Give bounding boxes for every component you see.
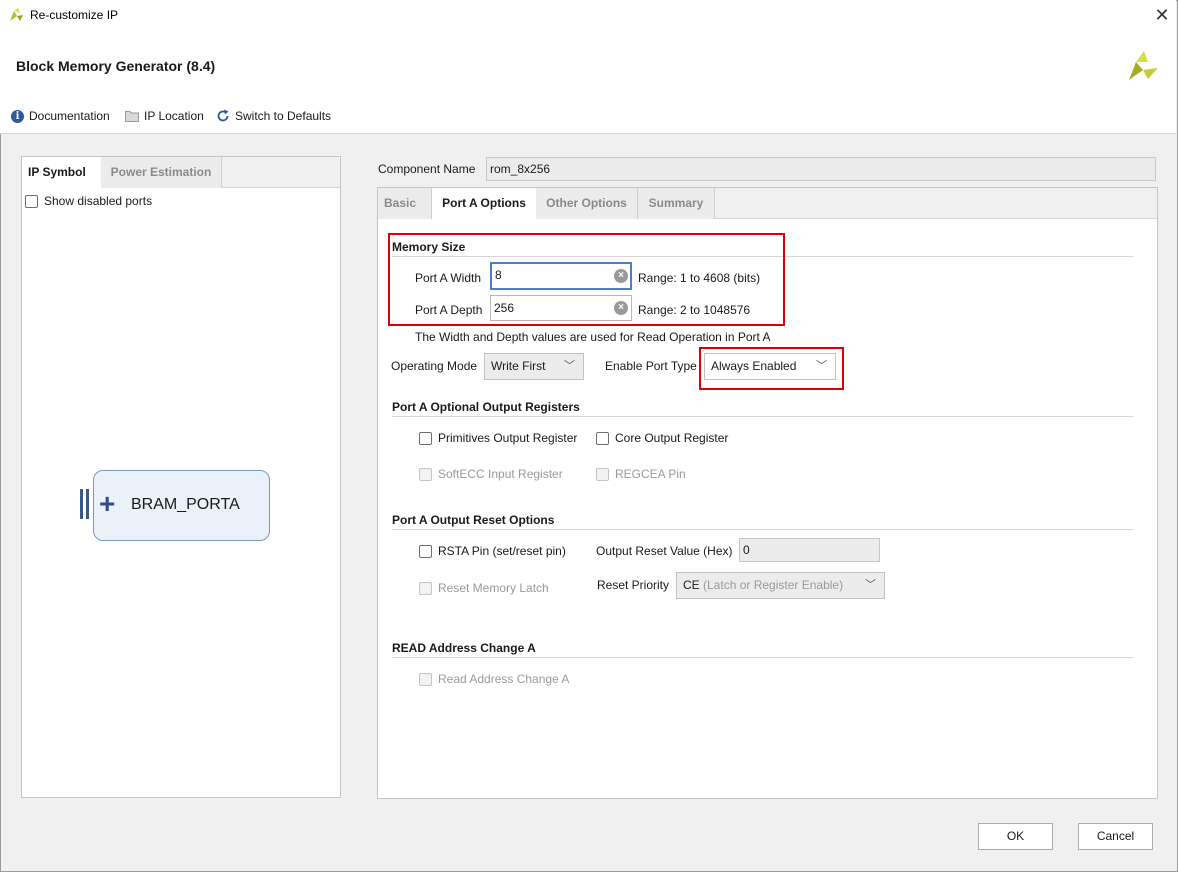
softecc-input-register-label: SoftECC Input Register: [438, 467, 563, 481]
softecc-input-register-checkbox: [419, 467, 432, 481]
reset-priority-desc: (Latch or Register Enable): [703, 578, 844, 592]
rsta-pin-label: RSTA Pin (set/reset pin): [438, 544, 566, 558]
switch-defaults-label: Switch to Defaults: [235, 109, 332, 123]
width-depth-note: The Width and Depth values are used for …: [415, 330, 771, 344]
right-tab-strip: Basic Port A Options Other Options Summa…: [378, 188, 1157, 219]
ip-location-label: IP Location: [144, 109, 204, 123]
rsta-pin-checkbox[interactable]: [419, 544, 432, 558]
primitives-output-register-label: Primitives Output Register: [438, 431, 578, 445]
expand-plus-icon[interactable]: +: [99, 489, 115, 519]
cancel-button[interactable]: Cancel: [1078, 823, 1153, 850]
operating-mode-select[interactable]: Write First ﹀: [484, 353, 584, 380]
app-logo-icon: [10, 8, 23, 21]
window-title: Re-customize IP: [30, 8, 119, 22]
output-reset-title: Port A Output Reset Options: [392, 513, 555, 527]
chevron-down-icon: ﹀: [564, 360, 575, 372]
read-address-change-checkbox: [419, 672, 432, 686]
tab-other-options[interactable]: Other Options: [536, 188, 638, 219]
reset-memory-latch-row: Reset Memory Latch: [419, 581, 549, 595]
output-reset-value-field: 0: [739, 538, 880, 562]
core-output-register-label: Core Output Register: [615, 431, 729, 445]
ip-title: Block Memory Generator (8.4): [16, 58, 216, 74]
enable-port-highlight: [699, 347, 844, 390]
output-reset-value-label: Output Reset Value (Hex): [596, 544, 733, 558]
reset-priority-select: CE (Latch or Register Enable) ﹀: [676, 572, 885, 599]
port-bar-left: [80, 489, 83, 519]
operating-mode-label: Operating Mode: [391, 359, 478, 373]
reset-memory-latch-label: Reset Memory Latch: [438, 581, 549, 595]
tab-basic[interactable]: Basic: [378, 188, 432, 219]
reset-priority-label: Reset Priority: [597, 578, 670, 592]
ok-button[interactable]: OK: [978, 823, 1053, 850]
title-bar: [0, 0, 1176, 31]
regcea-pin-label: REGCEA Pin: [615, 467, 686, 481]
close-button[interactable]: ✕: [1150, 4, 1174, 26]
xilinx-logo-icon: [1129, 51, 1158, 80]
rsta-pin-row[interactable]: RSTA Pin (set/reset pin): [419, 544, 566, 558]
refresh-icon: [217, 109, 229, 122]
tab-summary[interactable]: Summary: [638, 188, 715, 219]
core-output-register-checkbox[interactable]: [596, 431, 609, 445]
read-address-rule: [392, 657, 1133, 658]
optional-output-registers-title: Port A Optional Output Registers: [392, 400, 580, 414]
show-disabled-ports-checkbox[interactable]: [25, 194, 38, 208]
read-address-change-row: Read Address Change A: [419, 672, 569, 686]
tab-ip-symbol[interactable]: IP Symbol: [22, 157, 101, 188]
port-bar-right: [86, 489, 89, 519]
reset-memory-latch-checkbox: [419, 581, 432, 595]
regcea-pin-checkbox: [596, 467, 609, 481]
switch-to-defaults-link[interactable]: Switch to Defaults: [216, 109, 331, 123]
folder-icon: [125, 111, 139, 122]
component-name-label: Component Name: [378, 162, 476, 176]
read-address-change-label: Read Address Change A: [438, 672, 570, 686]
output-reset-rule: [392, 529, 1133, 530]
primitives-output-register-row[interactable]: Primitives Output Register: [419, 431, 577, 445]
tab-power-estimation[interactable]: Power Estimation: [101, 157, 222, 188]
chevron-down-icon: ﹀: [865, 579, 876, 591]
ip-location-link[interactable]: IP Location: [125, 109, 204, 123]
optional-output-rule: [392, 416, 1133, 417]
softecc-input-register-row: SoftECC Input Register: [419, 467, 563, 481]
documentation-label: Documentation: [29, 109, 110, 123]
component-name-field[interactable]: rom_8x256: [486, 157, 1156, 181]
bram-porta-label: BRAM_PORTA: [131, 496, 240, 513]
tab-port-a-options[interactable]: Port A Options: [432, 188, 536, 219]
memory-size-highlight: [388, 233, 785, 326]
operating-mode-value: Write First: [491, 359, 546, 373]
read-address-change-title: READ Address Change A: [392, 641, 536, 655]
regcea-pin-row: REGCEA Pin: [596, 467, 686, 481]
documentation-link[interactable]: i Documentation: [11, 109, 110, 123]
info-icon: i: [11, 109, 24, 123]
left-tab-strip: IP Symbol Power Estimation: [22, 157, 340, 188]
core-output-register-row[interactable]: Core Output Register: [596, 431, 728, 445]
show-disabled-ports-row[interactable]: Show disabled ports: [25, 194, 152, 208]
show-disabled-ports-label: Show disabled ports: [44, 194, 153, 208]
reset-priority-code: CE: [683, 578, 700, 592]
primitives-output-register-checkbox[interactable]: [419, 431, 432, 445]
enable-port-type-label: Enable Port Type: [605, 359, 697, 373]
